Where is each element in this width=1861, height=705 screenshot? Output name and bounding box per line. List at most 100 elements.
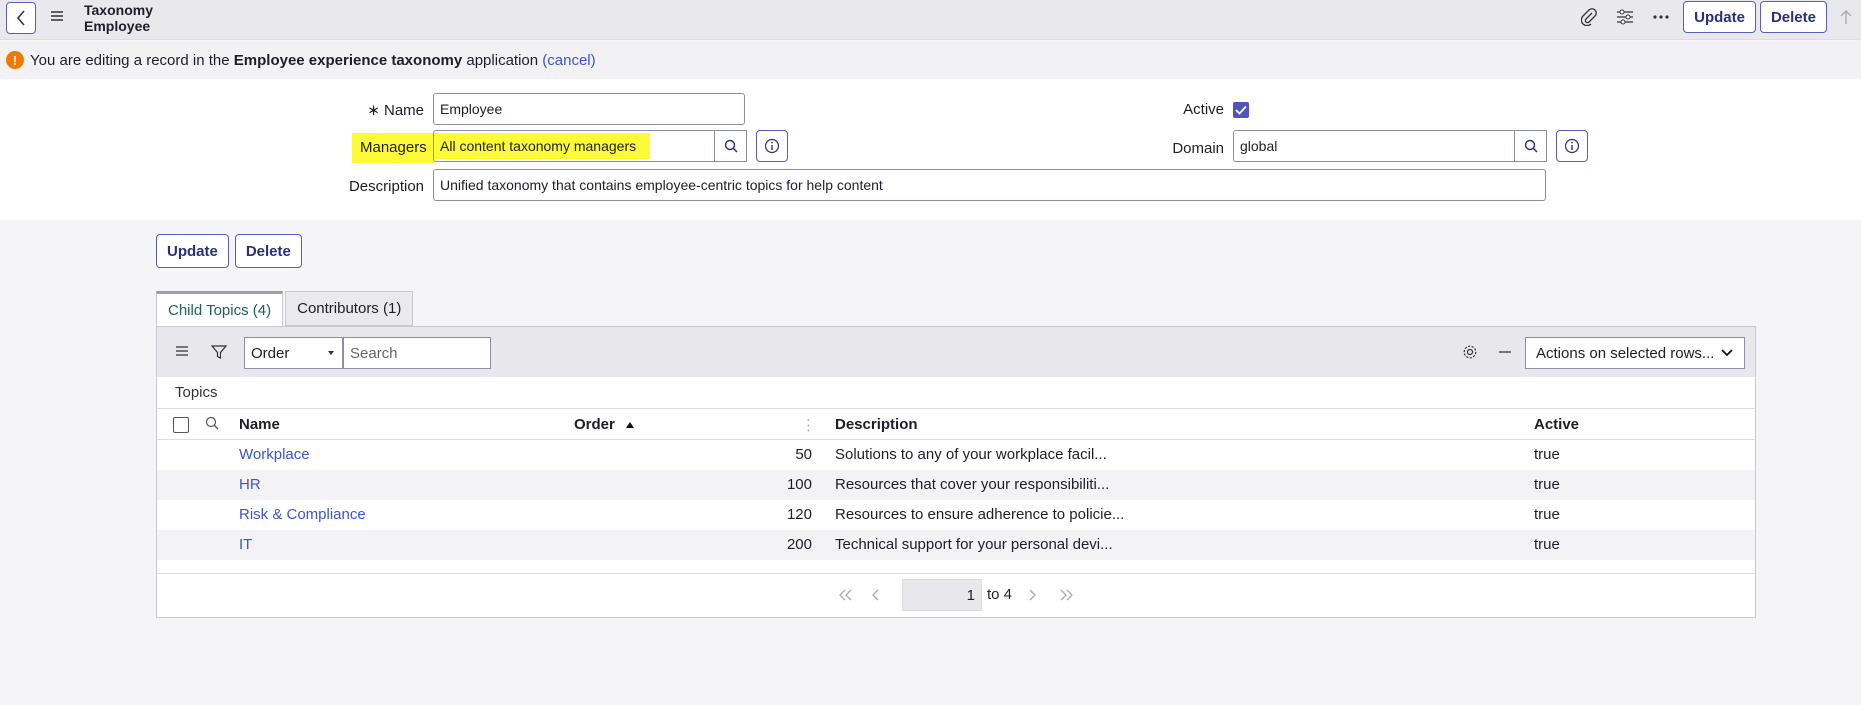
row-name-link[interactable]: HR [239,476,261,493]
row-active: true [1534,536,1560,553]
arrow-up-icon[interactable] [1831,9,1861,25]
column-header-name[interactable]: Name [239,416,280,433]
header-update-button[interactable]: Update [1683,1,1756,33]
more-options-icon[interactable] [1643,1,1679,33]
row-active: true [1534,476,1560,493]
list-menu-icon[interactable] [175,344,191,360]
name-field[interactable]: Employee [433,93,745,125]
list-toolbar: Order Search Actions on selected rows... [157,327,1755,377]
page-title-table: Taxonomy [84,2,153,18]
table-row: Risk & Compliance 120 Resources to ensur… [157,500,1755,530]
form-buttons: Update Delete [156,234,302,268]
checkmark-icon [1235,105,1247,115]
domain-lookup-button[interactable] [1515,130,1547,162]
managers-field[interactable]: All content taxonomy managers [433,130,715,162]
form-header: Taxonomy Employee Update Delete [0,0,1861,40]
column-header-description[interactable]: Description [835,416,918,433]
row-name-link[interactable]: IT [239,536,252,553]
next-page-icon[interactable] [1027,588,1043,604]
select-all-checkbox[interactable] [173,417,189,433]
column-header-active[interactable]: Active [1534,416,1579,433]
active-label: Active [1183,101,1224,118]
row-description: Resources to ensure adherence to policie… [835,506,1125,523]
edit-notice: ! You are editing a record in the Employ… [0,41,1861,79]
info-icon [764,138,780,154]
table-row: IT 200 Technical support for your person… [157,530,1755,560]
domain-info-button[interactable] [1556,130,1588,162]
settings-sliders-icon[interactable] [1607,1,1643,33]
list-header: Name Order ⋮ Description Active [157,408,1755,440]
context-menu-icon[interactable] [50,9,66,25]
notice-app-name: Employee experience taxonomy [233,51,463,69]
mandatory-icon: ∗ [367,102,380,119]
managers-value: All content taxonomy managers [434,133,651,159]
row-description: Resources that cover your responsibiliti… [835,476,1110,493]
actions-on-selected-rows[interactable]: Actions on selected rows... [1525,337,1745,369]
update-button[interactable]: Update [156,234,229,268]
description-field[interactable]: Unified taxonomy that contains employee-… [433,169,1546,201]
cancel-link[interactable]: (cancel) [542,52,595,69]
managers-label: Managers [352,133,435,163]
sort-ascending-icon [626,422,635,428]
name-label-wrap: ∗ Name [360,101,424,119]
row-active: true [1534,506,1560,523]
notice-text-after: application [462,51,543,69]
search-icon [1524,139,1538,153]
caret-down-icon [328,351,334,355]
page-title: Taxonomy Employee [84,2,153,34]
column-resize-handle[interactable]: ⋮ [801,416,816,434]
row-name-link[interactable]: Risk & Compliance [239,506,366,523]
warning-icon: ! [6,51,24,69]
chevron-down-icon [1721,349,1733,357]
back-button[interactable] [6,2,36,34]
first-page-icon[interactable] [837,588,853,604]
actions-label: Actions on selected rows... [1536,344,1715,362]
row-order: 200 [786,536,812,553]
search-icon[interactable] [205,416,219,434]
search-icon [724,139,738,153]
active-checkbox[interactable] [1233,102,1249,118]
collapse-icon[interactable] [1497,344,1513,360]
domain-label: Domain [1172,140,1224,157]
row-name-link[interactable]: Workplace [239,446,310,463]
search-column-value: Order [251,344,290,362]
page-title-record: Employee [84,18,151,34]
previous-page-icon[interactable] [871,588,887,604]
chevron-left-icon [16,10,25,26]
search-column-select[interactable]: Order [244,337,343,369]
record-form: ∗ Name Employee Managers All content tax… [0,79,1861,220]
column-header-order-label: Order [574,416,615,433]
breadcrumb[interactable]: Topics [175,384,218,401]
notice-text-before: You are editing a record in the [30,51,234,69]
table-row: Workplace 50 Solutions to any of your wo… [157,440,1755,470]
row-active: true [1534,446,1560,463]
list-search-input[interactable]: Search [343,337,491,369]
managers-info-button[interactable] [756,130,788,162]
header-actions: Update Delete [1571,0,1861,34]
tab-child-topics[interactable]: Child Topics (4) [156,291,284,326]
table-row: HR 100 Resources that cover your respons… [157,470,1755,500]
related-list-tabs: Child Topics (4) Contributors (1) [156,291,415,326]
info-icon [1564,138,1580,154]
list-pager: 1 to 4 [157,573,1755,618]
delete-button[interactable]: Delete [234,234,302,268]
row-description: Solutions to any of your workplace facil… [835,446,1107,463]
page-range-text: to 4 [987,586,1013,603]
filter-icon[interactable] [210,344,228,360]
name-label: Name [383,102,424,119]
column-header-order[interactable]: Order [574,416,635,433]
tab-contributors[interactable]: Contributors (1) [285,291,414,326]
child-topics-list: Order Search Actions on selected rows...… [156,326,1756,618]
row-order: 100 [786,476,812,493]
domain-field[interactable]: global [1233,130,1515,162]
header-delete-button[interactable]: Delete [1759,1,1827,33]
description-label: Description [348,178,424,195]
row-order: 120 [786,506,812,523]
last-page-icon[interactable] [1059,588,1075,604]
managers-lookup-button[interactable] [715,130,747,162]
row-order: 50 [795,446,812,463]
row-description: Technical support for your personal devi… [835,536,1113,553]
page-number-input[interactable]: 1 [902,579,982,611]
attachment-icon[interactable] [1571,1,1607,33]
gear-icon[interactable] [1462,344,1478,360]
